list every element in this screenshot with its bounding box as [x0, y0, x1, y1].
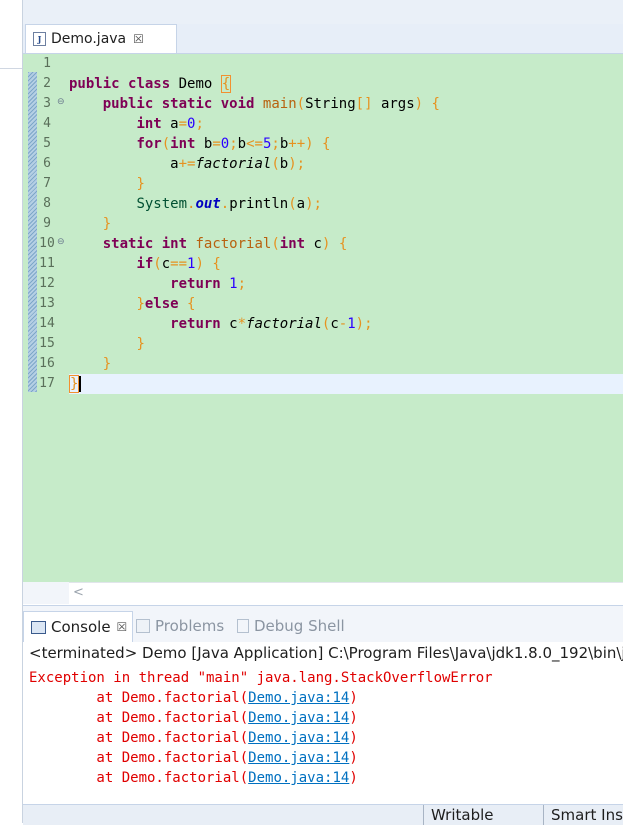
exception-line: Exception in thread "main" java.lang.Sta…: [29, 670, 493, 686]
line-number: 14: [39, 316, 55, 331]
line-number: 2: [43, 76, 51, 91]
editor-panel: J Demo.java ☒ 1 2 3 4 5 6 7 8 9 10 11 12…: [23, 0, 623, 605]
editor-tab-label: Demo.java: [51, 31, 127, 47]
status-writable: Writable: [423, 805, 493, 825]
line-number: 16: [39, 356, 55, 371]
code-line-16: }: [102, 356, 112, 372]
scroll-left-icon[interactable]: <: [73, 585, 84, 600]
line-number: 15: [39, 336, 55, 351]
line-number: 4: [43, 116, 51, 131]
stack-trace-line: at Demo.factorial(Demo.java:14): [29, 710, 358, 726]
code-line-13: }else {: [136, 296, 196, 312]
console-panel: Console ☒ Problems Debug Shell <terminat…: [23, 605, 623, 825]
line-number: 7: [43, 176, 51, 191]
line-number: 8: [43, 196, 51, 211]
current-line-highlight: [69, 374, 623, 394]
left-panel-strip: [0, 0, 23, 823]
line-number: 13: [39, 296, 55, 311]
line-number: 3: [43, 96, 51, 111]
editor-tab-strip: J Demo.java ☒: [23, 24, 623, 54]
line-number: 5: [43, 136, 51, 151]
line-number: 9: [43, 216, 51, 231]
fold-minus-icon[interactable]: ⊖: [57, 97, 65, 107]
line-number-gutter: 1 2 3 4 5 6 7 8 9 10 11 12 13 14 15 16 1…: [37, 54, 64, 582]
stack-trace-line: at Demo.factorial(Demo.java:14): [29, 690, 358, 706]
stack-trace-link[interactable]: Demo.java:14: [248, 770, 349, 786]
console-icon: [31, 620, 46, 634]
console-process-header: <terminated> Demo [Java Application] C:\…: [29, 644, 623, 662]
console-tab-strip: Console ☒ Problems Debug Shell: [23, 611, 623, 642]
code-line-11: if(c==1) {: [136, 256, 221, 272]
line-number: 11: [39, 256, 55, 271]
java-file-icon: J: [33, 32, 46, 46]
line-number: 12: [39, 276, 55, 291]
line-number: 17: [39, 376, 55, 391]
stack-trace-link[interactable]: Demo.java:14: [248, 690, 349, 706]
stack-trace-line: at Demo.factorial(Demo.java:14): [29, 730, 358, 746]
code-line-8: System.out.println(a);: [136, 196, 322, 212]
close-icon[interactable]: ☒: [117, 620, 128, 634]
code-editor[interactable]: 1 2 3 4 5 6 7 8 9 10 11 12 13 14 15 16 1…: [23, 54, 623, 582]
debug-shell-icon: [237, 619, 249, 633]
stack-trace-link[interactable]: Demo.java:14: [248, 710, 349, 726]
tab-problems-label: Problems: [155, 617, 225, 635]
code-text[interactable]: public class Demo { public static void m…: [69, 54, 623, 582]
code-line-12: return 1;: [170, 276, 247, 292]
stack-trace-link[interactable]: Demo.java:14: [248, 750, 349, 766]
code-line-6: a+=factorial(b);: [170, 156, 306, 172]
code-line-3: public static void main(String[] args) {: [102, 96, 440, 112]
editor-toolbar-area: [23, 0, 623, 25]
stack-trace-line: at Demo.factorial(Demo.java:14): [29, 770, 358, 786]
tab-debug-shell[interactable]: Debug Shell: [237, 611, 345, 641]
stack-trace-link[interactable]: Demo.java:14: [248, 730, 349, 746]
code-line-14: return c*factorial(c-1);: [170, 316, 373, 332]
tab-debug-shell-label: Debug Shell: [254, 617, 345, 635]
console-output[interactable]: <terminated> Demo [Java Application] C:\…: [23, 642, 623, 805]
code-line-17: }: [69, 374, 82, 394]
status-bar: Writable Smart Insert: [23, 804, 623, 825]
line-number: 1: [43, 56, 51, 71]
code-line-9: }: [102, 216, 112, 232]
problems-icon: [136, 619, 150, 633]
line-number: 10: [39, 236, 55, 251]
code-line-2: public class Demo {: [69, 75, 232, 93]
tab-console[interactable]: Console ☒: [23, 611, 133, 642]
fold-minus-icon[interactable]: ⊖: [57, 237, 65, 247]
code-line-5: for(int b=0;b<=5;b++) {: [136, 136, 331, 152]
close-icon[interactable]: ☒: [133, 32, 144, 46]
editor-horizontal-scrollbar[interactable]: <: [69, 582, 623, 605]
code-line-4: int a=0;: [136, 116, 204, 132]
overview-ruler: [28, 72, 37, 392]
editor-tab-demo-java[interactable]: J Demo.java ☒: [25, 24, 177, 53]
code-line-15: }: [136, 336, 145, 352]
status-insert-mode: Smart Insert: [543, 805, 623, 825]
text-cursor: [79, 376, 82, 392]
code-line-10: static int factorial(int c) {: [102, 236, 348, 252]
tab-console-label: Console: [51, 618, 111, 636]
stack-trace-line: at Demo.factorial(Demo.java:14): [29, 750, 358, 766]
line-number: 6: [43, 156, 51, 171]
code-line-7: }: [136, 176, 145, 192]
tab-problems[interactable]: Problems: [136, 611, 224, 641]
